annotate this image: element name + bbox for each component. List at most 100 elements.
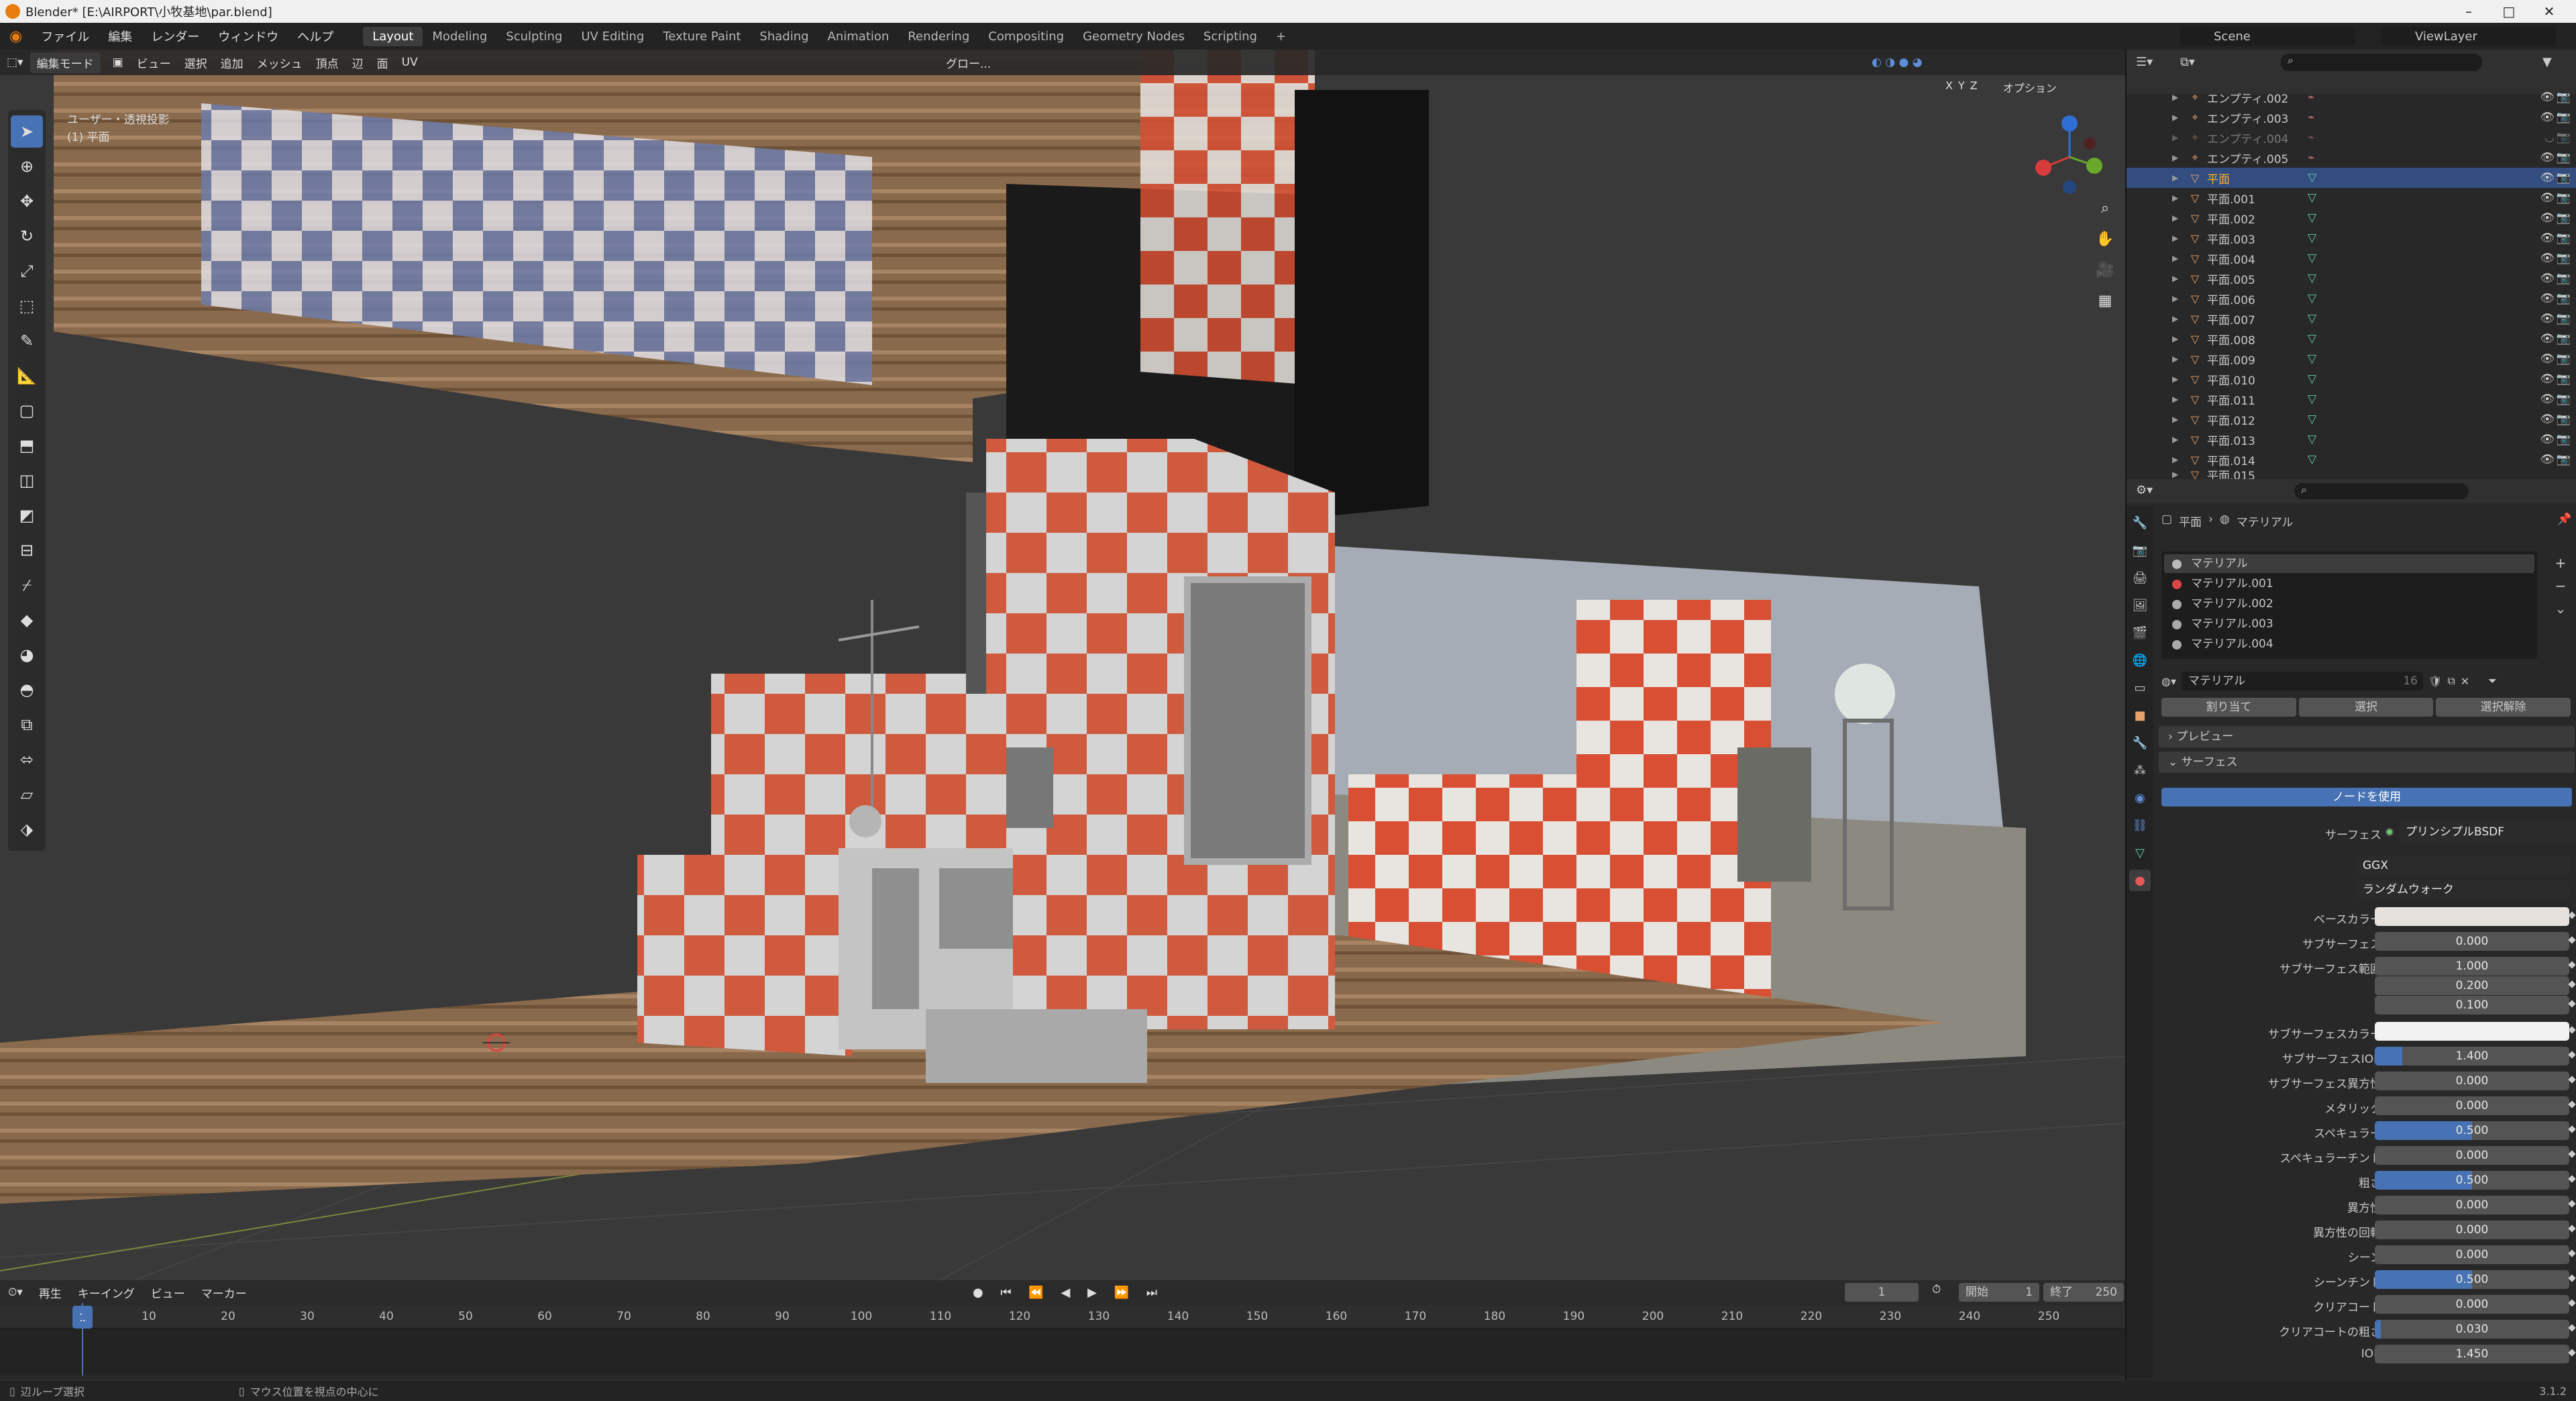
- axis-y-toggle[interactable]: Y: [1958, 79, 1965, 95]
- tab-compositing[interactable]: Compositing: [979, 27, 1073, 46]
- keyframe-icon[interactable]: [2568, 961, 2576, 969]
- cursor-tool-icon[interactable]: ⊕: [11, 150, 43, 183]
- visibility-icon[interactable]: 👁: [2540, 332, 2555, 346]
- material-browse-icon[interactable]: ◍▾: [2161, 675, 2176, 688]
- keyframe-icon[interactable]: [2568, 1150, 2576, 1158]
- output-tab-icon[interactable]: 🖨: [2129, 567, 2151, 588]
- select-tool-icon[interactable]: ➤: [11, 115, 43, 148]
- keyframe-icon[interactable]: [2568, 1299, 2576, 1307]
- menu-select[interactable]: 選択: [178, 52, 214, 73]
- visibility-icon[interactable]: 👁: [2540, 252, 2555, 265]
- outliner-search-input[interactable]: ⌕: [2281, 54, 2482, 71]
- use-nodes-button[interactable]: ノードを使用: [2161, 788, 2572, 807]
- render-icon[interactable]: 📷: [2557, 292, 2571, 305]
- pin-icon[interactable]: 📌: [2557, 513, 2571, 526]
- close-button[interactable]: ✕: [2529, 0, 2569, 23]
- extrude-tool-icon[interactable]: ⬒: [11, 429, 43, 462]
- shading-mode-icon[interactable]: ◐ ◑ ● ◕: [1865, 54, 1929, 71]
- value-slider[interactable]: 0.000: [2375, 932, 2569, 951]
- collection-tab-icon[interactable]: ▭: [2129, 677, 2151, 698]
- tool-tab-icon[interactable]: 🔧: [2129, 512, 2151, 533]
- annotate-tool-icon[interactable]: ✎: [11, 325, 43, 357]
- material-slot-item[interactable]: マテリアル.004: [2164, 635, 2534, 654]
- zoom-icon[interactable]: ⌕: [2092, 195, 2118, 221]
- color-swatch[interactable]: [2375, 1022, 2569, 1041]
- start-frame-field[interactable]: 開始 1: [1959, 1283, 2039, 1302]
- value-slider[interactable]: 0.000: [2375, 1096, 2569, 1115]
- visibility-icon[interactable]: 👁: [2540, 191, 2555, 205]
- tab-geometry-nodes[interactable]: Geometry Nodes: [1073, 27, 1194, 46]
- value-slider[interactable]: 0.500: [2375, 1171, 2569, 1190]
- value-slider[interactable]: 0.000: [2375, 1245, 2569, 1264]
- tab-texture-paint[interactable]: Texture Paint: [653, 27, 750, 46]
- menu-edit[interactable]: 編集: [99, 28, 142, 45]
- 3d-viewport[interactable]: ⬚▾ 編集モード ▣ ビュー 選択 追加 メッシュ 頂点 辺 面 UV グロー.…: [0, 50, 2125, 1280]
- modifier-tab-icon[interactable]: 🔧: [2129, 732, 2151, 754]
- value-slider[interactable]: 0.000: [2375, 1295, 2569, 1314]
- playback-controls[interactable]: ● ⏮ ⏪ ◀ ▶ ⏩ ⏭: [973, 1286, 1164, 1300]
- assign-button[interactable]: 割り当て: [2161, 698, 2296, 717]
- menu-mesh[interactable]: メッシュ: [250, 52, 309, 73]
- keyframe-icon[interactable]: [2568, 1100, 2576, 1108]
- select-mode-vertex-icon[interactable]: ▣: [106, 54, 130, 71]
- visibility-icon[interactable]: 👁: [2540, 231, 2555, 245]
- add-slot-button[interactable]: +: [2551, 552, 2571, 574]
- fake-user-icon[interactable]: 🛡: [2428, 675, 2442, 688]
- visibility-icon[interactable]: 👁: [2540, 111, 2555, 124]
- render-icon[interactable]: 📷: [2557, 312, 2571, 325]
- display-mode-icon[interactable]: ⧉▾: [2180, 55, 2195, 69]
- render-icon[interactable]: 📷: [2557, 111, 2571, 124]
- inset-tool-icon[interactable]: ◫: [11, 464, 43, 497]
- render-icon[interactable]: 📷: [2557, 252, 2571, 265]
- visibility-icon[interactable]: 👁: [2540, 211, 2555, 225]
- spin-tool-icon[interactable]: ◕: [11, 639, 43, 671]
- menu-face[interactable]: 面: [370, 52, 395, 73]
- keyframe-icon[interactable]: [2568, 1349, 2576, 1357]
- knife-tool-icon[interactable]: ⌿: [11, 569, 43, 601]
- render-icon[interactable]: 📷: [2557, 352, 2571, 366]
- tab-shading[interactable]: Shading: [750, 27, 818, 46]
- poly-build-tool-icon[interactable]: ◆: [11, 604, 43, 636]
- select-button[interactable]: 選択: [2298, 698, 2434, 717]
- scene-tab-icon[interactable]: 🎬: [2129, 622, 2151, 643]
- tab-scripting[interactable]: Scripting: [1194, 27, 1267, 46]
- navigation-gizmo[interactable]: [2026, 110, 2113, 197]
- blender-menu-icon[interactable]: ◉: [0, 28, 32, 45]
- mode-selector[interactable]: 編集モード: [30, 52, 101, 73]
- menu-help[interactable]: ヘルプ: [288, 28, 343, 45]
- bevel-tool-icon[interactable]: ◩: [11, 499, 43, 531]
- keyframe-icon[interactable]: [2568, 911, 2576, 919]
- view-layer-tab-icon[interactable]: 🖼: [2129, 594, 2151, 616]
- value-slider[interactable]: 0.000: [2375, 1196, 2569, 1214]
- visibility-icon[interactable]: 👁: [2540, 393, 2555, 406]
- menu-edge[interactable]: 辺: [345, 52, 370, 73]
- material-slot-item[interactable]: マテリアル.003: [2164, 615, 2534, 633]
- duplicate-icon[interactable]: ⧉: [2447, 674, 2455, 688]
- editor-type-icon[interactable]: ⬚▾: [0, 54, 30, 71]
- value-slider[interactable]: 0.100: [2375, 996, 2569, 1015]
- render-icon[interactable]: 📷: [2557, 393, 2571, 406]
- outliner-row[interactable]: ▶ ▽ 平面.002 ▽ 👁 📷: [2127, 208, 2576, 228]
- render-icon[interactable]: 📷: [2557, 413, 2571, 426]
- keyframe-icon[interactable]: [2568, 1249, 2576, 1257]
- outliner-row[interactable]: ▶ ▽ 平面.003 ▽ 👁 📷: [2127, 228, 2576, 248]
- render-icon[interactable]: 📷: [2557, 131, 2571, 144]
- smooth-tool-icon[interactable]: ◓: [11, 674, 43, 706]
- menu-playback[interactable]: 再生: [31, 1284, 70, 1301]
- outliner-row[interactable]: ▶ ▽ 平面.005 ▽ 👁 📷: [2127, 268, 2576, 289]
- outliner-row[interactable]: ▶ ▽ 平面.006 ▽ 👁 📷: [2127, 289, 2576, 309]
- particles-tab-icon[interactable]: ⁂: [2129, 760, 2151, 781]
- properties-editor-icon[interactable]: ⚙▾: [2136, 483, 2153, 497]
- value-slider[interactable]: 1.400: [2375, 1047, 2569, 1066]
- maximize-button[interactable]: □: [2489, 0, 2529, 23]
- render-icon[interactable]: 📷: [2557, 91, 2571, 104]
- outliner-row[interactable]: ▶ ▽ 平面.004 ▽ 👁 📷: [2127, 248, 2576, 268]
- value-slider[interactable]: 0.000: [2375, 1146, 2569, 1165]
- axis-z-toggle[interactable]: Z: [1970, 79, 1978, 95]
- render-icon[interactable]: 📷: [2557, 231, 2571, 245]
- outliner-row[interactable]: ▶ ▽ 平面.011 ▽ 👁 📷: [2127, 389, 2576, 409]
- timeline-track-area[interactable]: [0, 1329, 2125, 1376]
- render-icon[interactable]: 📷: [2557, 211, 2571, 225]
- keyframe-icon[interactable]: [2568, 936, 2576, 944]
- edge-slide-tool-icon[interactable]: ⧉: [11, 709, 43, 741]
